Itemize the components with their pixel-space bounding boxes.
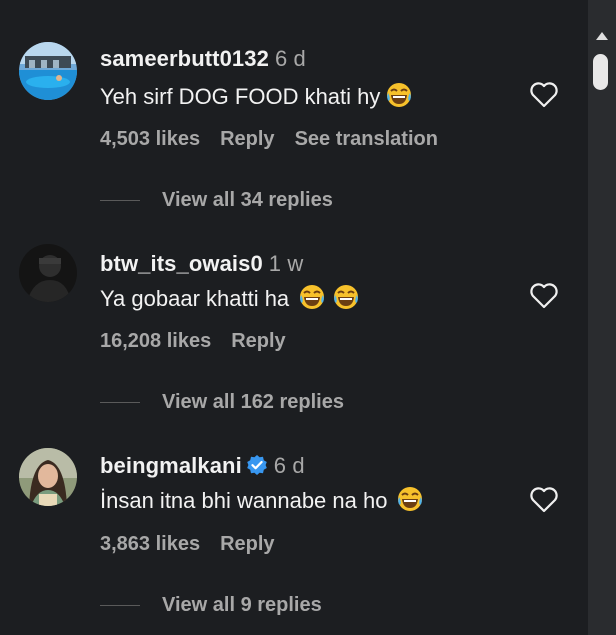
avatar[interactable] (19, 42, 77, 100)
verified-badge-icon (246, 454, 268, 482)
username-text[interactable]: beingmalkani (100, 453, 242, 478)
reply-button[interactable]: Reply (231, 330, 285, 352)
comment-text-body: Yeh sirf DOG FOOD khati hy (100, 84, 381, 109)
comment-time: 1 w (268, 251, 304, 276)
comment-text-body: İnsan itna bhi wannabe na ho (100, 488, 388, 513)
heart-icon[interactable] (529, 282, 559, 315)
view-replies-button[interactable]: View all 162 replies (100, 391, 344, 414)
laughing-emoji-icon (397, 486, 423, 518)
likes-count: 3,863 likes (100, 533, 201, 555)
comment-text: İnsan itna bhi wannabe na ho (100, 486, 423, 518)
username-text[interactable]: sameerbutt0132 (100, 46, 269, 71)
avatar-portrait-image (19, 448, 77, 506)
laughing-emoji-icon (386, 82, 412, 114)
divider-line (100, 200, 140, 201)
laughing-emoji-icon (333, 284, 359, 316)
comment-actions: 16,208 likes Reply (100, 330, 306, 353)
avatar[interactable] (19, 244, 77, 302)
view-replies-label[interactable]: View all 9 replies (162, 594, 322, 617)
reply-button[interactable]: Reply (220, 128, 274, 150)
view-replies-label[interactable]: View all 34 replies (162, 189, 333, 212)
likes-count: 4,503 likes (100, 128, 201, 150)
avatar-dark-image (19, 244, 77, 302)
comment-text: Ya gobaar khatti ha (100, 284, 359, 316)
view-replies-label[interactable]: View all 162 replies (162, 391, 344, 414)
divider-line (100, 402, 140, 403)
username-text[interactable]: btw_its_owais0 (100, 251, 263, 276)
scrollbar-thumb[interactable] (593, 54, 608, 90)
username[interactable]: sameerbutt0132 6 d (100, 46, 306, 72)
scrollbar[interactable] (588, 0, 616, 635)
username[interactable]: beingmalkani 6 d (100, 453, 305, 482)
laughing-emoji-icon (299, 284, 325, 316)
comment-time: 6 d (274, 46, 306, 71)
comment-text: Yeh sirf DOG FOOD khati hy (100, 82, 412, 114)
view-replies-button[interactable]: View all 34 replies (100, 189, 333, 212)
reply-button[interactable]: Reply (220, 533, 274, 555)
scroll-up-arrow-icon[interactable] (595, 28, 609, 46)
avatar[interactable] (19, 448, 77, 506)
likes-count: 16,208 likes (100, 330, 212, 352)
view-replies-button[interactable]: View all 9 replies (100, 594, 322, 617)
see-translation-button[interactable]: See translation (295, 128, 438, 150)
comment-time: 6 d (273, 453, 305, 478)
comment-actions: 4,503 likes Reply See translation (100, 128, 458, 151)
comment-text-body: Ya gobaar khatti ha (100, 286, 290, 311)
username[interactable]: btw_its_owais0 1 w (100, 251, 303, 277)
comment-actions: 3,863 likes Reply (100, 533, 295, 556)
avatar-pool-image (19, 42, 77, 100)
heart-icon[interactable] (529, 81, 559, 114)
divider-line (100, 605, 140, 606)
heart-icon[interactable] (529, 486, 559, 519)
